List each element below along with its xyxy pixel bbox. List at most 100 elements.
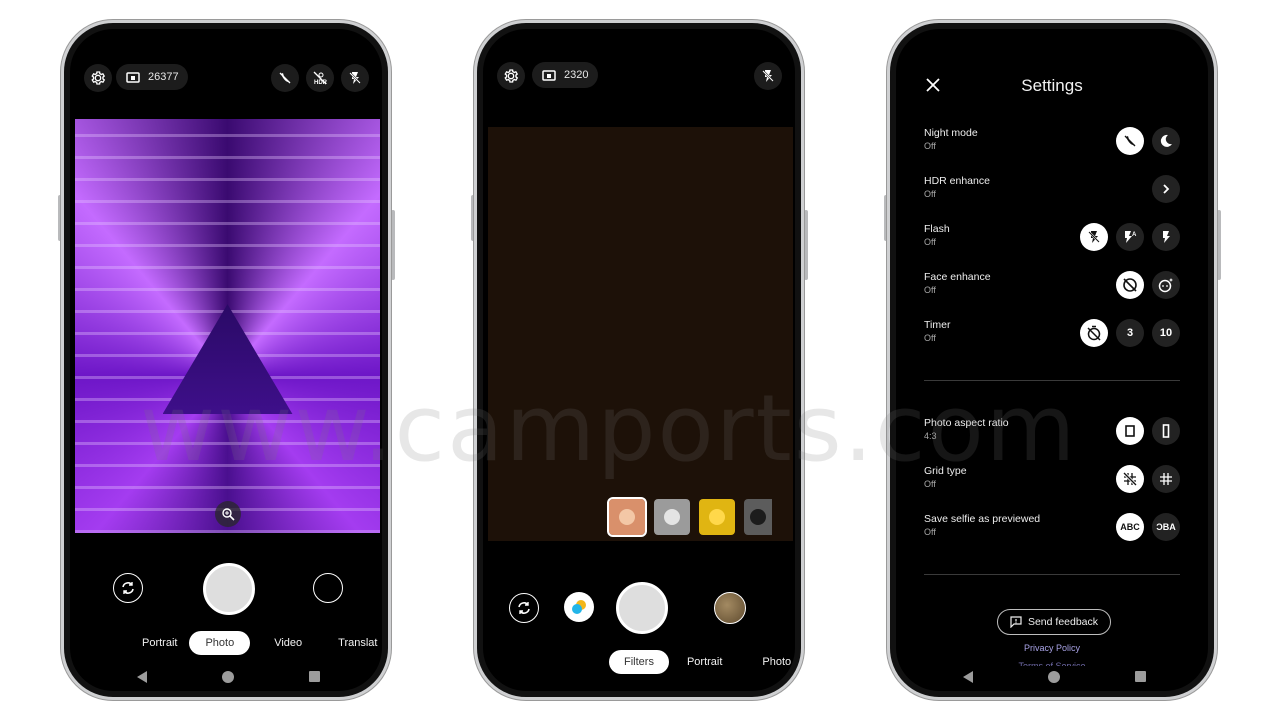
grid-on-option[interactable]	[1152, 465, 1180, 493]
section-divider	[924, 380, 1180, 381]
nav-back-button[interactable]	[137, 671, 147, 683]
setting-label: Timer	[924, 319, 951, 331]
settings-icon	[504, 69, 519, 83]
mode-video[interactable]: Video	[262, 631, 314, 655]
send-feedback-button[interactable]: Send feedback	[997, 609, 1111, 635]
camera-viewfinder[interactable]	[488, 127, 793, 541]
shutter-button[interactable]	[616, 582, 668, 634]
ratio-16-9-icon	[1162, 424, 1170, 438]
setting-value: Off	[924, 285, 936, 295]
nav-recents-button[interactable]	[309, 671, 320, 682]
send-feedback-label: Send feedback	[1027, 616, 1099, 628]
chevron-right-icon	[1163, 184, 1170, 194]
night-off-option[interactable]	[1116, 127, 1144, 155]
mode-translate[interactable]: Translat	[326, 631, 388, 655]
nav-recents-button[interactable]	[1135, 671, 1146, 682]
svg-text:A: A	[1132, 232, 1137, 238]
setting-night-mode: Night mode Off	[924, 127, 1180, 161]
setting-label: Flash	[924, 223, 950, 235]
setting-hdr-enhance: HDR enhance Off	[924, 175, 1180, 209]
mode-portrait[interactable]: Portrait	[675, 650, 734, 674]
photo-count-icon	[542, 70, 556, 81]
section-divider	[924, 574, 1180, 575]
ratio-4-3-option[interactable]	[1116, 417, 1144, 445]
phone-settings: Settings Night mode Off HDR enhance Off …	[887, 20, 1217, 700]
setting-value: Off	[924, 479, 936, 489]
setting-value: 4:3	[924, 431, 937, 441]
timer-3s-option[interactable]: 3	[1116, 319, 1144, 347]
nav-home-button[interactable]	[1048, 671, 1060, 683]
face-enhance-off-option[interactable]	[1116, 271, 1144, 299]
filter-mono[interactable]	[654, 499, 690, 535]
settings-button[interactable]	[497, 62, 525, 90]
hdr-toggle[interactable]: HDR	[306, 64, 334, 92]
selfie-as-previewed-option[interactable]: ABC	[1116, 513, 1144, 541]
ratio-4-3-icon	[1125, 425, 1135, 437]
nav-home-button[interactable]	[222, 671, 234, 683]
terms-link[interactable]: Terms of Service	[890, 661, 1214, 666]
filter-warm[interactable]	[607, 497, 647, 537]
ratio-16-9-option[interactable]	[1152, 417, 1180, 445]
flash-auto-option[interactable]: A	[1116, 223, 1144, 251]
night-mode-toggle[interactable]	[271, 64, 299, 92]
settings-button[interactable]	[84, 64, 112, 92]
phone-camera-filters: 2320 Filters Portrait Photo	[474, 20, 804, 700]
flash-toggle[interactable]	[754, 62, 782, 90]
zoom-in-icon	[222, 508, 235, 521]
setting-label: Save selfie as previewed	[924, 513, 1041, 525]
timer-off-option[interactable]	[1080, 319, 1108, 347]
gallery-thumbnail[interactable]	[313, 573, 343, 603]
settings-title: Settings	[1021, 76, 1083, 95]
setting-timer: Timer Off 3 10	[924, 319, 1180, 353]
grid-off-option[interactable]	[1116, 465, 1144, 493]
night-mode-off-icon	[279, 72, 291, 84]
settings-icon	[91, 71, 106, 85]
viewfinder-image	[162, 304, 293, 415]
setting-value: Off	[924, 237, 936, 247]
photo-count: 2320	[564, 69, 589, 81]
filter-strip	[607, 497, 772, 537]
switch-camera-icon	[518, 602, 530, 614]
mode-portrait[interactable]: Portrait	[130, 631, 189, 655]
mode-selector: Filters Portrait Photo	[609, 650, 801, 674]
setting-value: Off	[924, 333, 936, 343]
switch-camera-button[interactable]	[113, 573, 143, 603]
hdr-expand-button[interactable]	[1152, 175, 1180, 203]
mode-photo[interactable]: Photo	[750, 650, 801, 674]
nav-back-button[interactable]	[963, 671, 973, 683]
filter-toggle-button[interactable]	[564, 592, 594, 622]
shutter-button[interactable]	[203, 563, 255, 615]
flash-on-option[interactable]	[1152, 223, 1180, 251]
phone-camera-photo: 26377 HDR Portrait Photo Video Translat	[61, 20, 391, 700]
setting-label: HDR enhance	[924, 175, 990, 187]
photo-count-chip[interactable]: 26377	[116, 64, 188, 90]
photo-count-icon	[126, 72, 140, 83]
selfie-mirrored-option[interactable]: ƆBA	[1152, 513, 1180, 541]
flash-toggle[interactable]	[341, 64, 369, 92]
flash-off-icon	[762, 70, 774, 82]
camera-viewfinder[interactable]	[75, 119, 380, 533]
grid-off-icon	[1123, 472, 1137, 486]
filter-gold[interactable]	[699, 499, 735, 535]
timer-10s-option[interactable]: 10	[1152, 319, 1180, 347]
face-enhance-on-option[interactable]	[1152, 271, 1180, 299]
mode-selector: Portrait Photo Video Translat	[130, 631, 388, 655]
switch-camera-button[interactable]	[509, 593, 539, 623]
nav-bar	[890, 667, 1214, 687]
flash-on-icon	[1163, 231, 1170, 243]
privacy-policy-link[interactable]: Privacy Policy	[890, 643, 1214, 653]
night-on-option[interactable]	[1152, 127, 1180, 155]
gallery-thumbnail[interactable]	[714, 592, 746, 624]
setting-value: Off	[924, 527, 936, 537]
filter-dark[interactable]	[744, 499, 772, 535]
night-on-icon	[1160, 134, 1172, 147]
setting-flash: Flash Off A	[924, 223, 1180, 257]
mode-photo[interactable]: Photo	[189, 631, 251, 655]
flash-off-icon	[349, 72, 361, 84]
zoom-button[interactable]	[215, 501, 241, 527]
photo-count-chip[interactable]: 2320	[532, 62, 598, 88]
switch-camera-icon	[122, 582, 134, 594]
hdr-off-icon: HDR	[313, 71, 328, 86]
flash-off-option[interactable]	[1080, 223, 1108, 251]
mode-filters[interactable]: Filters	[609, 650, 669, 674]
